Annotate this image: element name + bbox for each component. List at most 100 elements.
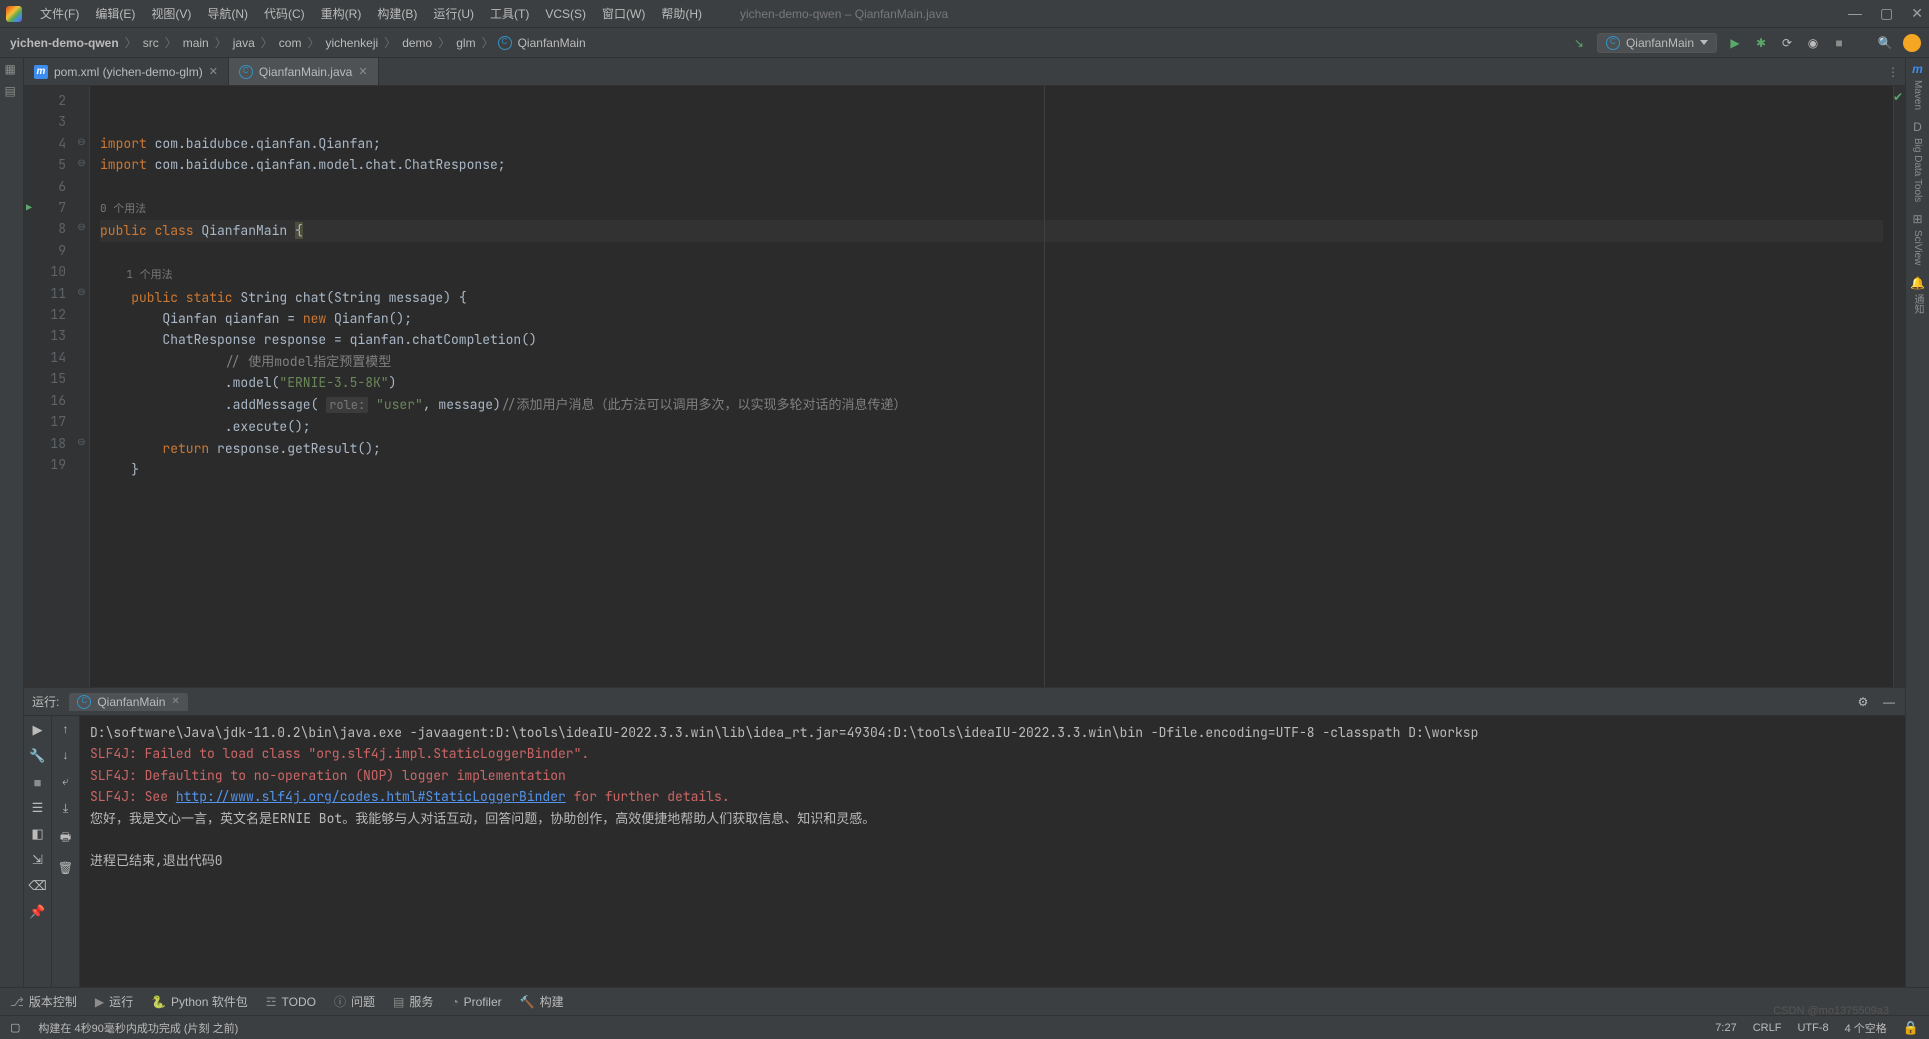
menu-view[interactable]: 视图(V) — [143, 5, 199, 22]
run-button-icon[interactable]: ▶ — [1727, 35, 1743, 51]
up-icon[interactable]: ↑ — [63, 722, 69, 736]
titlebar: 文件(F) 编辑(E) 视图(V) 导航(N) 代码(C) 重构(R) 构建(B… — [0, 0, 1929, 28]
line-gutter[interactable]: 23456▶78910111213141516171819 — [24, 86, 74, 687]
version-control-tool[interactable]: ⎇版本控制 — [10, 993, 77, 1010]
layout-icon[interactable]: ☰ — [30, 800, 46, 816]
down-icon[interactable]: ↓ — [63, 748, 69, 762]
code-editor[interactable]: import com.baidubce.qianfan.Qianfan; imp… — [90, 86, 1893, 687]
run-tab[interactable]: QianfanMain ✕ — [69, 693, 187, 711]
close-tab-icon[interactable]: ✕ — [358, 65, 367, 78]
menu-vcs[interactable]: VCS(S) — [537, 7, 594, 21]
run-tab-label: QianfanMain — [97, 695, 165, 709]
trash-icon[interactable]: 🗑 — [58, 861, 73, 875]
menu-run[interactable]: 运行(U) — [425, 5, 482, 22]
notify-label[interactable]: 通知 — [1910, 294, 1925, 314]
coverage-icon[interactable]: ⟳ — [1779, 35, 1795, 51]
menu-navigate[interactable]: 导航(N) — [199, 5, 256, 22]
editor-tabs: m pom.xml (yichen-demo-glm) ✕ QianfanMai… — [24, 58, 1905, 86]
services-tool[interactable]: ▤服务 — [393, 993, 433, 1010]
problems-tool[interactable]: ⓘ问题 — [334, 993, 375, 1010]
delete-icon[interactable]: ⌫ — [30, 878, 46, 894]
left-tool-stripe: ▦ ▤ — [0, 58, 24, 987]
debug-button-icon[interactable]: ✱ — [1753, 35, 1769, 51]
gear-icon[interactable]: ⚙ — [1855, 694, 1871, 710]
stop-icon[interactable]: ■ — [1831, 35, 1847, 51]
tab-label: pom.xml (yichen-demo-glm) — [54, 65, 203, 79]
fold-gutter[interactable]: ⊖⊖ ⊖ ⊖ ⊖ — [74, 86, 90, 687]
class-icon — [77, 695, 91, 709]
breadcrumb-item[interactable]: QianfanMain — [516, 36, 588, 50]
menu-help[interactable]: 帮助(H) — [653, 5, 710, 22]
breadcrumb-item[interactable]: yichenkeji — [323, 36, 380, 50]
line-separator[interactable]: CRLF — [1753, 1022, 1782, 1034]
breadcrumb-item[interactable]: main — [181, 36, 211, 50]
status-bar: ▢ 构建在 4秒90毫秒内成功完成 (片刻 之前) 7:27 CRLF UTF-… — [0, 1015, 1929, 1039]
sciview-label[interactable]: SciView — [1912, 230, 1923, 265]
minimize-icon[interactable]: — — [1848, 5, 1862, 22]
readonly-lock-icon[interactable]: 🔒 — [1903, 1020, 1919, 1036]
indent-setting[interactable]: 4 个空格 — [1845, 1020, 1887, 1036]
avatar-icon[interactable] — [1903, 34, 1921, 52]
navigation-bar: yichen-demo-qwen〉 src〉 main〉 java〉 com〉 … — [0, 28, 1929, 58]
stop-icon[interactable]: ■ — [30, 774, 46, 790]
sciview-icon[interactable]: ⊞ — [1912, 212, 1922, 226]
export-icon[interactable]: ⇲ — [30, 852, 46, 868]
profiler-tool[interactable]: ◔Profiler — [451, 995, 501, 1009]
run-toolbar-left2: ↑ ↓ ⤶ ⤓ 🖶 🗑 — [52, 716, 80, 987]
menu-build[interactable]: 构建(B) — [369, 5, 425, 22]
print-icon[interactable]: 🖶 — [60, 828, 71, 849]
breadcrumb-item[interactable]: demo — [400, 36, 434, 50]
bigdata-icon[interactable]: D — [1913, 120, 1922, 134]
folder-icon[interactable]: ▤ — [5, 84, 19, 98]
close-tab-icon[interactable]: ✕ — [209, 65, 218, 78]
build-icon[interactable]: ↘ — [1571, 35, 1587, 51]
services-icon: ▤ — [393, 995, 404, 1009]
breadcrumb-item[interactable]: com — [277, 36, 304, 50]
close-icon[interactable]: ✕ — [1911, 5, 1923, 22]
breadcrumb-item[interactable]: java — [231, 36, 257, 50]
wrap-icon[interactable]: ⤶ — [62, 774, 69, 789]
tab-pom[interactable]: m pom.xml (yichen-demo-glm) ✕ — [24, 58, 229, 85]
run-tool[interactable]: ▶运行 — [95, 993, 133, 1010]
breadcrumb-item[interactable]: yichen-demo-qwen — [8, 36, 121, 50]
menu-refactor[interactable]: 重构(R) — [313, 5, 370, 22]
console-output[interactable]: D:\software\Java\jdk-11.0.2\bin\java.exe… — [80, 716, 1905, 987]
menu-code[interactable]: 代码(C) — [256, 5, 313, 22]
pin-icon[interactable]: 📌 — [30, 904, 46, 920]
rerun-icon[interactable]: ▶ — [30, 722, 46, 738]
breadcrumb-item[interactable]: glm — [454, 36, 477, 50]
wrench-icon[interactable]: 🔧 — [30, 748, 46, 764]
scroll-icon[interactable]: ⤓ — [63, 801, 68, 816]
menu-file[interactable]: 文件(F) — [32, 5, 87, 22]
build-status-icon: ▢ — [10, 1021, 20, 1034]
close-tab-icon[interactable]: ✕ — [171, 696, 179, 707]
file-encoding[interactable]: UTF-8 — [1797, 1022, 1828, 1034]
tabs-more-icon[interactable]: ⋮ — [1881, 58, 1905, 85]
tab-qianfanmain[interactable]: QianfanMain.java ✕ — [229, 58, 379, 85]
breadcrumb[interactable]: yichen-demo-qwen〉 src〉 main〉 java〉 com〉 … — [8, 34, 588, 51]
run-config-selector[interactable]: QianfanMain — [1597, 33, 1717, 53]
maven-label[interactable]: Maven — [1912, 80, 1923, 110]
camera-icon[interactable]: ◧ — [30, 826, 46, 842]
notifications-icon[interactable]: 🔔 — [1910, 276, 1925, 290]
bigdata-label[interactable]: Big Data Tools — [1912, 138, 1923, 202]
class-icon — [1606, 36, 1620, 50]
search-icon[interactable]: 🔍 — [1877, 35, 1893, 51]
build-tool[interactable]: 🔨构建 — [520, 993, 564, 1010]
bt-label: TODO — [282, 995, 316, 1009]
editor-error-stripe[interactable]: ✔ — [1893, 86, 1905, 687]
project-tool-icon[interactable]: ▦ — [5, 62, 19, 76]
bt-label: 问题 — [351, 993, 375, 1010]
menu-tools[interactable]: 工具(T) — [482, 5, 537, 22]
menu-edit[interactable]: 编辑(E) — [87, 5, 143, 22]
maven-icon[interactable]: m — [1912, 62, 1923, 76]
minimize-panel-icon[interactable]: — — [1881, 694, 1897, 710]
build-status-text: 构建在 4秒90毫秒内成功完成 (片刻 之前) — [38, 1020, 238, 1036]
breadcrumb-item[interactable]: src — [141, 36, 161, 50]
maximize-icon[interactable]: ▢ — [1880, 5, 1893, 22]
menu-window[interactable]: 窗口(W) — [594, 5, 653, 22]
profile-icon[interactable]: ◉ — [1805, 35, 1821, 51]
python-pkg-tool[interactable]: 🐍Python 软件包 — [151, 993, 248, 1010]
caret-position[interactable]: 7:27 — [1715, 1022, 1736, 1034]
todo-tool[interactable]: ☲TODO — [266, 995, 316, 1009]
